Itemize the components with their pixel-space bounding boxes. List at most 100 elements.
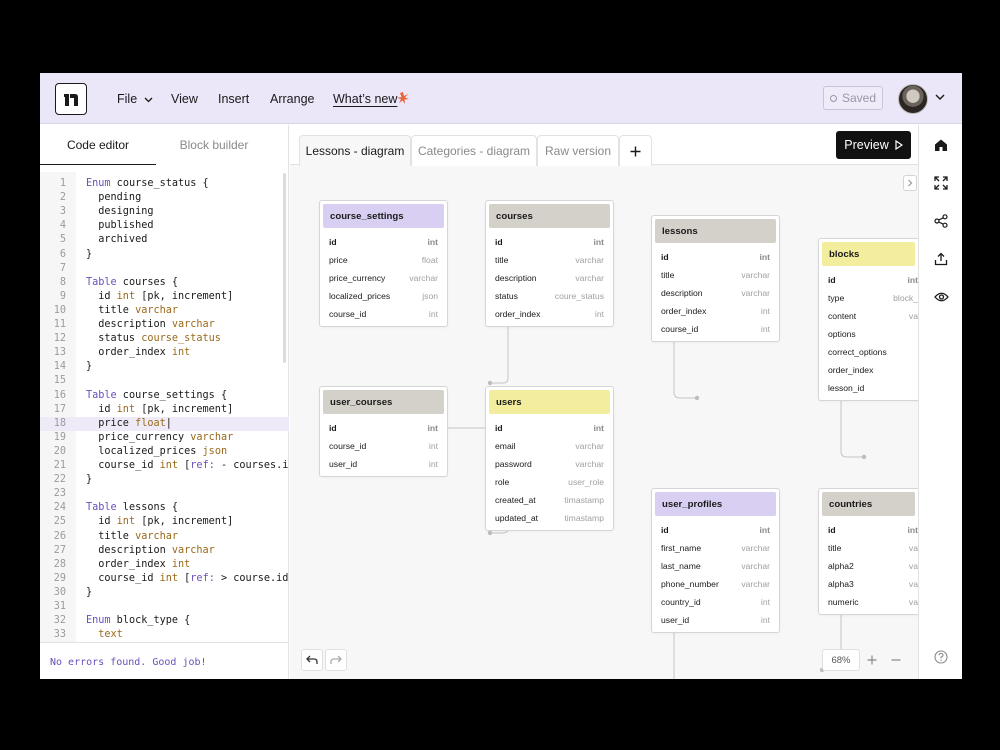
table-lessons[interactable]: lessons id int title varchar description varch… xyxy=(651,215,780,342)
table-field-row[interactable]: lesson_id xyxy=(819,379,918,397)
chevron-down-icon[interactable] xyxy=(935,94,945,101)
table-field-row[interactable]: created_at timastamp xyxy=(486,491,613,509)
code-line[interactable]: 25 id int [pk, increment] xyxy=(40,515,289,529)
table-field-row[interactable]: role user_role xyxy=(486,473,613,491)
table-header[interactable]: course_settings xyxy=(323,204,444,228)
menu-arrange[interactable]: Arrange xyxy=(270,92,314,106)
redo-button[interactable] xyxy=(325,649,347,671)
code-line[interactable]: 29 course_id int [ref: > course.id] xyxy=(40,572,289,586)
code-line[interactable]: 32 Enum block_type { xyxy=(40,614,289,628)
table-courses[interactable]: courses id int title varchar description varch… xyxy=(485,200,614,327)
table-field-row[interactable]: title va xyxy=(819,539,918,557)
code-line[interactable]: 5 archived xyxy=(40,233,289,247)
table-field-row[interactable]: title varchar xyxy=(652,266,779,284)
table-header[interactable]: user_courses xyxy=(323,390,444,414)
table-field-row[interactable]: description varchar xyxy=(486,269,613,287)
code-line[interactable]: 8 Table courses { xyxy=(40,276,289,290)
code-line[interactable]: 10 title varchar xyxy=(40,304,289,318)
code-line[interactable]: 24 Table lessons { xyxy=(40,501,289,515)
diagram-canvas[interactable]: Lessons - diagram Categories - diagram R… xyxy=(290,125,918,679)
code-line[interactable]: 30} xyxy=(40,586,289,600)
fit-screen-button[interactable] xyxy=(931,173,951,193)
table-field-row[interactable]: title varchar xyxy=(486,251,613,269)
table-field-row[interactable]: order_index int xyxy=(486,305,613,323)
code-line[interactable]: 22} xyxy=(40,473,289,487)
code-line[interactable]: 26 title varchar xyxy=(40,530,289,544)
code-line[interactable]: 27 description varchar xyxy=(40,544,289,558)
table-field-row[interactable]: alpha2 va xyxy=(819,557,918,575)
zoom-in-button[interactable] xyxy=(862,649,882,671)
code-line[interactable]: 1 Enum course_status { xyxy=(40,177,289,191)
menu-view[interactable]: View xyxy=(171,92,198,106)
table-field-row[interactable]: price float xyxy=(320,251,447,269)
table-field-row[interactable]: numeric va xyxy=(819,593,918,611)
table-field-row[interactable]: email varchar xyxy=(486,437,613,455)
menu-insert[interactable]: Insert xyxy=(218,92,249,106)
table-field-row[interactable]: country_id int xyxy=(652,593,779,611)
code-line[interactable]: 17 id int [pk, increment] xyxy=(40,403,289,417)
table-field-row[interactable]: id int xyxy=(486,233,613,251)
zoom-out-button[interactable] xyxy=(886,649,906,671)
saved-status-button[interactable]: Saved xyxy=(823,86,883,110)
table-course-settings[interactable]: course_settingsid int price float price_curr… xyxy=(319,200,448,327)
table-field-row[interactable]: id int xyxy=(652,521,779,539)
table-field-row[interactable]: id int xyxy=(320,233,447,251)
undo-button[interactable] xyxy=(301,649,323,671)
table-field-row[interactable]: id int xyxy=(652,248,779,266)
table-field-row[interactable]: price_currency varchar xyxy=(320,269,447,287)
code-line[interactable]: 6} xyxy=(40,248,289,262)
tab-block-builder[interactable]: Block builder xyxy=(156,125,272,165)
code-line[interactable]: 20 localized_prices json xyxy=(40,445,289,459)
code-line[interactable]: 28 order_index int xyxy=(40,558,289,572)
table-field-row[interactable]: order_index int xyxy=(652,302,779,320)
table-header[interactable]: users xyxy=(489,390,610,414)
table-header[interactable]: user_profiles xyxy=(655,492,776,516)
code-line[interactable]: 14} xyxy=(40,360,289,374)
code-line[interactable]: 15 xyxy=(40,374,289,388)
app-logo[interactable] xyxy=(55,83,87,115)
table-blocks[interactable]: blocks id int type block_ content va options cor… xyxy=(818,238,918,401)
zoom-level[interactable]: 68% xyxy=(822,649,860,671)
table-field-row[interactable]: phone_number varchar xyxy=(652,575,779,593)
code-line[interactable]: 33 text xyxy=(40,628,289,642)
code-line[interactable]: 13 order_index int xyxy=(40,346,289,360)
code-line[interactable]: 3 designing xyxy=(40,205,289,219)
code-line[interactable]: 12 status course_status xyxy=(40,332,289,346)
table-user-profiles[interactable]: user_profilesid int first_name varchar last_… xyxy=(651,488,780,633)
table-header[interactable]: courses xyxy=(489,204,610,228)
code-line[interactable]: 16 Table course_settings { xyxy=(40,389,289,403)
visibility-button[interactable] xyxy=(931,287,951,307)
table-field-row[interactable]: order_index xyxy=(819,361,918,379)
table-field-row[interactable]: first_name varchar xyxy=(652,539,779,557)
table-field-row[interactable]: type block_ xyxy=(819,289,918,307)
table-field-row[interactable]: updated_at timastamp xyxy=(486,509,613,527)
table-field-row[interactable]: user_id int xyxy=(652,611,779,629)
table-users[interactable]: users id int email varchar password varchar rol… xyxy=(485,386,614,531)
code-editor[interactable]: 1 Enum course_status {2 pending 3 designin… xyxy=(40,172,289,642)
table-countries[interactable]: countries id int title va alpha2 va alpha3 va num… xyxy=(818,488,918,615)
menu-whats-new[interactable]: What’s new xyxy=(333,92,410,106)
table-field-row[interactable]: last_name varchar xyxy=(652,557,779,575)
help-button[interactable] xyxy=(931,647,951,667)
editor-scrollbar[interactable] xyxy=(283,173,286,363)
tab-code-editor[interactable]: Code editor xyxy=(40,125,156,165)
table-field-row[interactable]: course_id int xyxy=(320,305,447,323)
code-line[interactable]: 23 xyxy=(40,487,289,501)
code-line[interactable]: 4 published xyxy=(40,219,289,233)
table-field-row[interactable]: user_id int xyxy=(320,455,447,473)
code-line[interactable]: 2 pending xyxy=(40,191,289,205)
table-field-row[interactable]: course_id int xyxy=(320,437,447,455)
table-field-row[interactable]: id int xyxy=(320,419,447,437)
code-line[interactable]: 9 id int [pk, increment] xyxy=(40,290,289,304)
code-line[interactable]: 21 course_id int [ref: - courses.id] xyxy=(40,459,289,473)
home-button[interactable] xyxy=(931,135,951,155)
table-field-row[interactable]: content va xyxy=(819,307,918,325)
table-header[interactable]: lessons xyxy=(655,219,776,243)
code-line[interactable]: 11 description varchar xyxy=(40,318,289,332)
code-line[interactable]: 31 xyxy=(40,600,289,614)
table-field-row[interactable]: correct_options xyxy=(819,343,918,361)
avatar[interactable] xyxy=(898,84,928,114)
table-field-row[interactable]: id int xyxy=(819,271,918,289)
menu-file[interactable]: File xyxy=(117,92,153,106)
code-line[interactable]: 19 price_currency varchar xyxy=(40,431,289,445)
